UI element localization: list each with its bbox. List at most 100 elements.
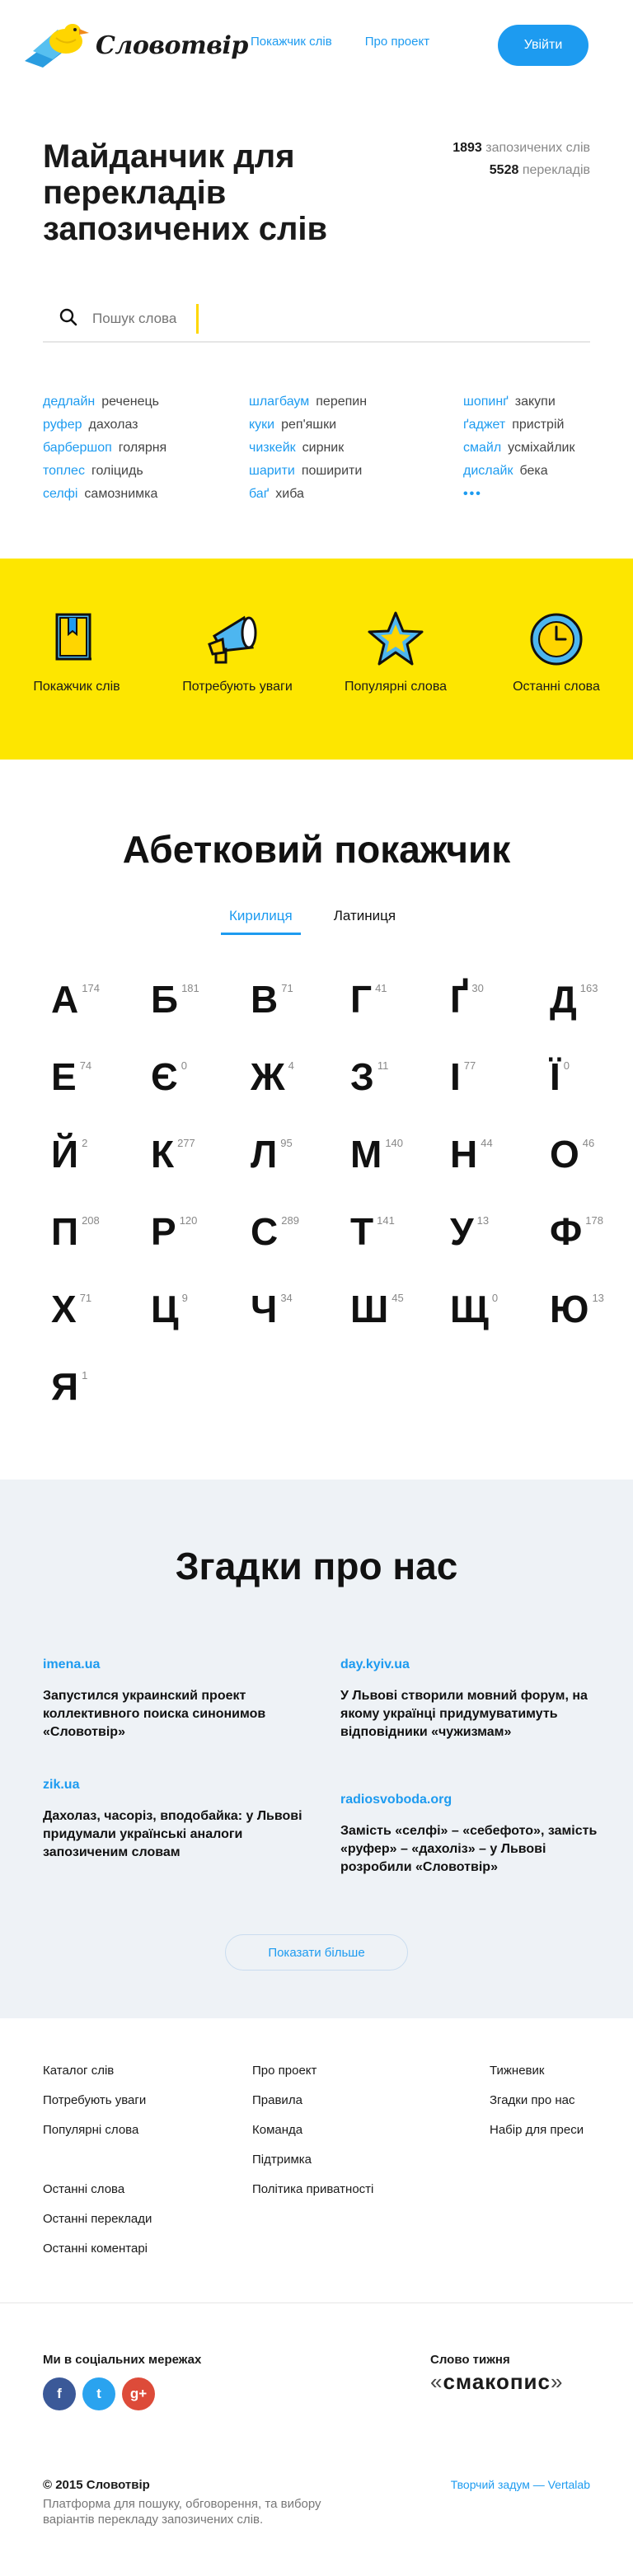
foreign-word[interactable]: баґ: [249, 487, 269, 501]
footer-link[interactable]: Останні слова: [43, 2175, 152, 2204]
letter-link[interactable]: В 71: [251, 980, 350, 1022]
foreign-word[interactable]: ґаджет: [463, 418, 505, 432]
foreign-word[interactable]: смайл: [463, 441, 501, 455]
letter-link[interactable]: Б 181: [151, 980, 251, 1022]
press-source[interactable]: day.kyiv.ua: [340, 1657, 612, 1672]
letter-link[interactable]: Ї0: [550, 1058, 633, 1099]
word-of-week[interactable]: «смакопис»: [430, 2369, 563, 2395]
logo[interactable]: Словотвір: [25, 18, 248, 73]
tab-cyrillic[interactable]: Кирилиця: [221, 908, 301, 935]
letter-link[interactable]: Д 163: [550, 980, 633, 1022]
word-pair-row[interactable]: баґ хиба: [249, 483, 367, 506]
more-pairs-link[interactable]: •••: [463, 487, 482, 501]
letter-link[interactable]: Г 41: [350, 980, 450, 1022]
word-pair-row[interactable]: топлес голіцидь: [43, 460, 166, 483]
word-pair-row[interactable]: шарити поширити: [249, 460, 367, 483]
category-word-index[interactable]: Покажчик слів: [15, 606, 138, 695]
press-item[interactable]: radiosvoboda.org Замість «селфі» – «себе…: [340, 1793, 612, 1877]
letter-link[interactable]: Х 71: [51, 1290, 151, 1331]
category-recent[interactable]: Останні слова: [495, 606, 618, 695]
press-item[interactable]: day.kyiv.ua У Львові створили мовний фор…: [340, 1657, 612, 1741]
word-pair-row[interactable]: барбершоп голярня: [43, 437, 166, 460]
foreign-word[interactable]: селфі: [43, 487, 77, 501]
tab-latin[interactable]: Латиниця: [334, 908, 396, 935]
foreign-word[interactable]: топлес: [43, 464, 85, 478]
word-pair-row[interactable]: селфі самознимка: [43, 483, 166, 506]
word-pair-row[interactable]: ґаджет пристрій: [463, 414, 574, 437]
letter-link[interactable]: С 289: [251, 1213, 350, 1254]
footer-link[interactable]: Потребують уваги: [43, 2086, 146, 2115]
foreign-word[interactable]: дислайк: [463, 464, 513, 478]
foreign-word[interactable]: барбершоп: [43, 441, 112, 455]
letter-link[interactable]: Ц9: [151, 1290, 251, 1331]
letter-link[interactable]: М 140: [350, 1135, 450, 1176]
letter-link[interactable]: Ґ 30: [450, 980, 550, 1022]
letter-link[interactable]: З 11: [350, 1058, 450, 1099]
letter-link[interactable]: Й2: [51, 1135, 151, 1176]
letter-link[interactable]: Ч 34: [251, 1290, 350, 1331]
press-source[interactable]: zik.ua: [43, 1778, 315, 1793]
foreign-word[interactable]: чизкейк: [249, 441, 296, 455]
credit-link[interactable]: Творчий задум — Vertalab: [451, 2478, 590, 2491]
press-item[interactable]: imena.ua Запустился украинский проект ко…: [43, 1657, 315, 1741]
search-icon[interactable]: [58, 306, 82, 331]
word-pair-row[interactable]: чизкейк сирник: [249, 437, 367, 460]
press-source[interactable]: imena.ua: [43, 1657, 315, 1672]
letter-link[interactable]: О 46: [550, 1135, 633, 1176]
letter-link[interactable]: Р 120: [151, 1213, 251, 1254]
footer-link[interactable]: Згадки про нас: [490, 2086, 584, 2115]
facebook-icon[interactable]: f: [43, 2377, 76, 2410]
letter-link[interactable]: П 208: [51, 1213, 151, 1254]
footer-link[interactable]: Підтримка: [252, 2145, 373, 2175]
foreign-word[interactable]: дедлайн: [43, 395, 95, 409]
footer-link[interactable]: Політика приватності: [252, 2175, 373, 2204]
footer-link[interactable]: Набір для преси: [490, 2115, 584, 2145]
footer-link[interactable]: Каталог слів: [43, 2056, 146, 2086]
category-popular[interactable]: Популярні слова: [334, 606, 457, 695]
search-input[interactable]: [92, 311, 191, 327]
word-pair-row[interactable]: куки реп'яшки: [249, 414, 367, 437]
google-plus-icon[interactable]: g+: [122, 2377, 155, 2410]
foreign-word[interactable]: куки: [249, 418, 274, 432]
press-headline[interactable]: У Львові створили мовний форум, на якому…: [340, 1687, 612, 1741]
word-pair-row[interactable]: шлагбаум перепин: [249, 390, 367, 414]
letter-link[interactable]: Є0: [151, 1058, 251, 1099]
letter-link[interactable]: Щ0: [450, 1290, 550, 1331]
letter-link[interactable]: І 77: [450, 1058, 550, 1099]
letter-link[interactable]: У 13: [450, 1213, 550, 1254]
letter-link[interactable]: Е 74: [51, 1058, 151, 1099]
letter-link[interactable]: Ю 13: [550, 1290, 633, 1331]
twitter-icon[interactable]: t: [82, 2377, 115, 2410]
word-pair-row[interactable]: шопинґ закупи: [463, 390, 574, 414]
press-headline[interactable]: Запустился украинский проект коллективно…: [43, 1687, 315, 1741]
letter-link[interactable]: А 174: [51, 980, 151, 1022]
show-more-button[interactable]: Показати більше: [225, 1934, 408, 1971]
letter-link[interactable]: Ж4: [251, 1058, 350, 1099]
letter-link[interactable]: Н 44: [450, 1135, 550, 1176]
word-pair-row[interactable]: смайл усміхайлик: [463, 437, 574, 460]
footer-link[interactable]: Останні коментарі: [43, 2234, 152, 2264]
word-pair-row[interactable]: руфер дахолаз: [43, 414, 166, 437]
letter-link[interactable]: Ш 45: [350, 1290, 450, 1331]
word-pair-row[interactable]: дислайк бека: [463, 460, 574, 483]
press-headline[interactable]: Дахолаз, часоріз, вподобайка: у Львові п…: [43, 1807, 315, 1862]
press-item[interactable]: zik.ua Дахолаз, часоріз, вподобайка: у Л…: [43, 1778, 315, 1862]
footer-link[interactable]: Останні переклади: [43, 2204, 152, 2234]
press-headline[interactable]: Замість «селфі» – «себефото», замість «р…: [340, 1822, 612, 1877]
foreign-word[interactable]: шарити: [249, 464, 295, 478]
footer-link[interactable]: Про проект: [252, 2056, 373, 2086]
letter-link[interactable]: Я1: [51, 1367, 151, 1409]
letter-link[interactable]: Т 141: [350, 1213, 450, 1254]
letter-link[interactable]: Ф 178: [550, 1213, 633, 1254]
foreign-word[interactable]: шлагбаум: [249, 395, 309, 409]
foreign-word[interactable]: руфер: [43, 418, 82, 432]
category-needs-attention[interactable]: Потребують уваги: [176, 606, 299, 695]
footer-link[interactable]: Команда: [252, 2115, 373, 2145]
nav-word-index[interactable]: Покажчик слів: [251, 35, 332, 49]
letter-link[interactable]: К 277: [151, 1135, 251, 1176]
nav-about[interactable]: Про проект: [365, 35, 429, 49]
footer-link[interactable]: Правила: [252, 2086, 373, 2115]
press-source[interactable]: radiosvoboda.org: [340, 1793, 612, 1807]
login-button[interactable]: Увійти: [498, 25, 588, 66]
footer-link[interactable]: Популярні слова: [43, 2115, 146, 2145]
